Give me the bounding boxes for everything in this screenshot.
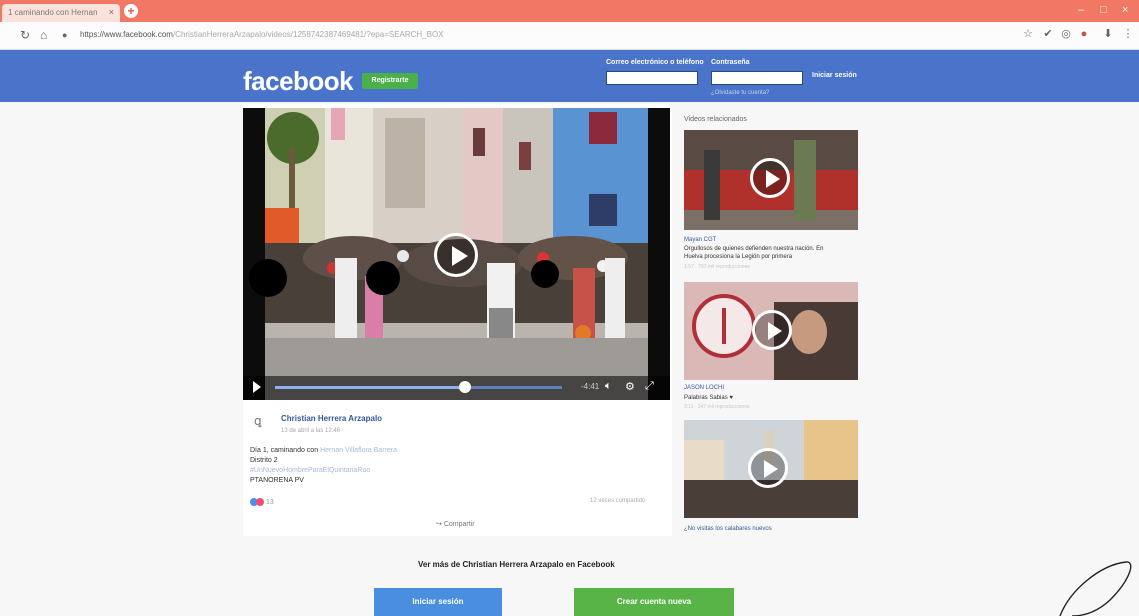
video-controls: -4:41 🔈︎ ⚙ ⤢	[243, 376, 670, 400]
password-label: Contraseña	[711, 59, 750, 66]
related-videos-heading: Videos relacionados	[684, 116, 747, 123]
profile-icon[interactable]: ●	[1078, 28, 1090, 40]
related-play-icon-2[interactable]	[752, 310, 792, 350]
create-account-button[interactable]: Crear cuenta nueva	[574, 588, 734, 616]
related-title-3[interactable]: ¿No visitas los calabares nuevos	[684, 525, 772, 533]
share-label: Compartir	[443, 521, 475, 528]
tagged-person-link[interactable]: Hernan Villaflora Barrera	[320, 447, 397, 454]
play-icon[interactable]	[253, 381, 261, 393]
login-button[interactable]: Iniciar sesión	[812, 72, 857, 79]
download-icon[interactable]: ⬇	[1102, 28, 1114, 40]
related-title-1-line-1: Orgullosos de quienes defienden nuestra …	[684, 246, 824, 252]
home-icon[interactable]: ⌂	[40, 28, 47, 42]
lock-icon: ●	[62, 30, 68, 40]
time-remaining: -4:41	[581, 382, 600, 391]
facebook-logo[interactable]: facebook	[243, 66, 354, 97]
post-timestamp[interactable]: 13 de abril a las 12:46 ·	[281, 428, 344, 434]
related-channel-2[interactable]: JASON LOCHI	[684, 385, 724, 391]
pen-scribble	[1059, 561, 1132, 616]
minimize-icon[interactable]: –	[1078, 4, 1084, 16]
reactions[interactable]: 13	[250, 498, 274, 506]
email-label: Correo electrónico o teléfono	[606, 59, 704, 66]
reaction-count: 13	[265, 498, 274, 506]
progress-handle[interactable]	[459, 381, 471, 393]
gear-icon[interactable]: ⚙	[625, 380, 635, 393]
url-path: /ChristianHerreraArzapalo/videos/1258742…	[172, 30, 444, 39]
new-tab-button[interactable]: +	[124, 4, 138, 18]
close-window-icon[interactable]: ×	[1122, 4, 1128, 16]
related-thumbnail-3[interactable]	[684, 420, 858, 518]
related-channel-1[interactable]: Mayan CGT	[684, 237, 716, 243]
related-title-1-line-2: Huelva procesiona la Legión por primera	[684, 254, 793, 260]
related-meta-2: 3:11 · 347 mil reproducciones	[684, 404, 750, 410]
author-name[interactable]: Christian Herrera Arzapalo	[281, 414, 382, 423]
post-line-2: Distrito 2	[250, 457, 278, 464]
see-more-text: Ver más de Christian Herrera Arzapalo en…	[418, 560, 615, 569]
post-line-1-prefix: Día 1, caminando con	[250, 447, 319, 454]
reload-icon[interactable]: ↻	[20, 28, 30, 42]
share-button[interactable]: ↪ Compartir	[436, 520, 475, 528]
related-thumbnail-2[interactable]	[684, 282, 858, 380]
related-title-1[interactable]: Orgullosos de quienes defienden nuestra …	[684, 245, 823, 261]
post-line-1: Día 1, caminando con Hernan Villaflora B…	[250, 446, 397, 456]
bottom-login-button[interactable]: Iniciar sesión	[374, 588, 502, 616]
related-meta-1: 1:57 · 797 mil reproducciones	[684, 264, 750, 270]
author-avatar[interactable]: ꝗ	[254, 414, 272, 432]
share-icon: ↪	[436, 521, 442, 528]
facebook-header: facebook Registrarte Correo electrónico …	[0, 50, 1139, 102]
tab-close-icon[interactable]: ×	[109, 7, 114, 17]
maximize-icon[interactable]: □	[1100, 4, 1107, 16]
video-play-icon[interactable]	[434, 233, 478, 277]
volume-icon[interactable]: 🔈︎	[605, 380, 612, 393]
related-play-icon-1[interactable]	[750, 158, 790, 198]
share-count[interactable]: 12 veces compartido	[590, 498, 645, 504]
progress-fill	[275, 386, 465, 389]
browser-tab-bar: 1 caminando con Hernan × + – □ ×	[0, 0, 1139, 22]
shield-icon[interactable]: ◎	[1060, 28, 1072, 40]
forgot-account-link[interactable]: ¿Olvidaste tu cuenta?	[711, 90, 769, 96]
menu-icon[interactable]: ⋮	[1122, 28, 1134, 40]
hashtag-link[interactable]: #UnNuevoHombreParaElQuintanaRoo	[250, 466, 397, 476]
related-play-icon-3[interactable]	[748, 448, 788, 488]
video-progress-bar[interactable]	[275, 386, 562, 389]
address-bar: ↻ ⌂ ● https://www.facebook.com/Christian…	[0, 22, 1139, 50]
related-thumbnail-1[interactable]	[684, 130, 858, 230]
browser-tab[interactable]: 1 caminando con Hernan ×	[2, 4, 120, 22]
love-reaction-icon	[256, 498, 264, 506]
tab-title: 1 caminando con Hernan	[8, 8, 98, 17]
extension-icon[interactable]: ✔	[1042, 28, 1054, 40]
post-line-4: PTANORENA PV	[250, 477, 304, 484]
url-field[interactable]: https://www.facebook.com/ChristianHerrer…	[80, 30, 444, 39]
password-field[interactable]	[711, 71, 803, 85]
email-field[interactable]	[606, 71, 698, 85]
post-text: Día 1, caminando con Hernan Villaflora B…	[250, 446, 397, 486]
url-host: https://www.facebook.com	[80, 30, 173, 39]
register-button[interactable]: Registrarte	[362, 73, 418, 89]
star-icon[interactable]: ☆	[1022, 28, 1034, 40]
fullscreen-icon[interactable]: ⤢	[645, 380, 654, 393]
related-title-2[interactable]: Palabras Sabias ♥	[684, 394, 733, 402]
